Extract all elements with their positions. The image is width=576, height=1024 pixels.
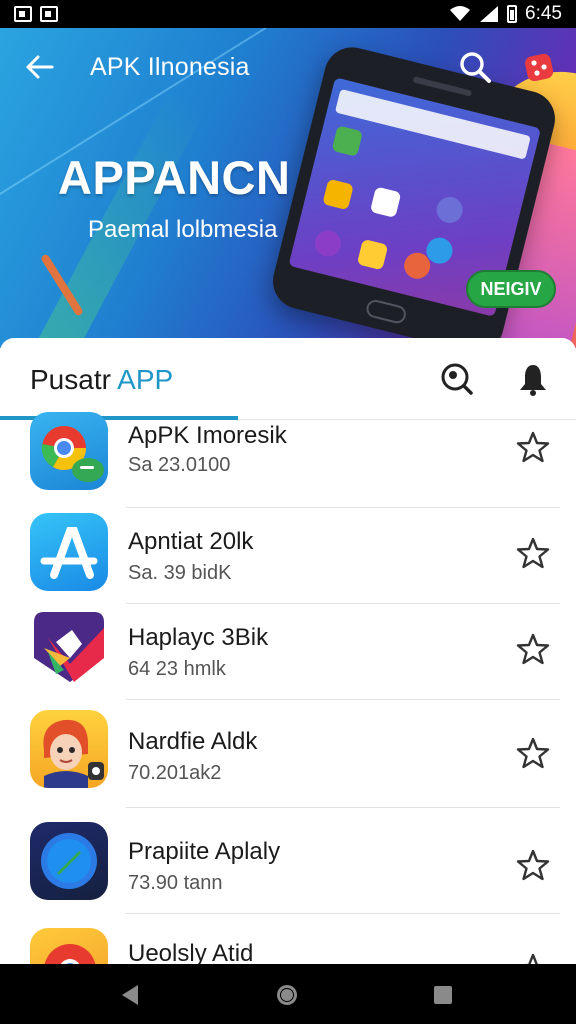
star-icon	[516, 633, 550, 665]
app-name: Prapiite Aplaly	[128, 838, 281, 865]
app-meta: Sa. 39 bidK	[128, 562, 232, 584]
favorite-button[interactable]	[516, 736, 550, 770]
list-item[interactable]: Apntiat 20lk Sa. 39 bidK	[0, 508, 576, 604]
status-notifications	[14, 6, 58, 22]
favorite-button[interactable]	[516, 632, 550, 666]
circle-home-icon	[277, 985, 297, 1005]
status-time: 6:45	[525, 3, 562, 24]
app-meta: Sa 23.0100	[128, 454, 231, 476]
app-meta: 64 23 hmlk	[128, 658, 226, 680]
favorite-button[interactable]	[516, 430, 550, 464]
app-store-icon	[30, 513, 108, 591]
phone-app-tile	[312, 227, 344, 260]
battery-icon	[507, 5, 518, 23]
list-item[interactable]: Ueolsly Atid	[0, 914, 576, 964]
hero-headline: APPANCN	[58, 151, 291, 204]
search-icon	[441, 363, 473, 395]
phone-app-tile	[322, 178, 354, 211]
app-bar: APK Ilnonesia	[0, 28, 576, 106]
app-name: Apntiat 20lk	[128, 528, 254, 555]
list-item[interactable]: Prapiite Aplaly 73.90 tann	[0, 808, 576, 914]
app-name: Nardfie Aldk	[128, 728, 258, 755]
status-indicators: 6:45	[449, 3, 562, 25]
chrome-alt-icon	[30, 928, 108, 964]
app-meta: 70.201ak2	[128, 762, 222, 784]
section-title[interactable]: Pusatr APP	[30, 364, 173, 396]
phone-app-tile	[331, 125, 364, 157]
phone-app-tile	[356, 238, 389, 271]
app-name: ApPK Imoresik	[128, 422, 287, 449]
nav-recents-button[interactable]	[432, 984, 454, 1006]
star-icon	[516, 849, 550, 881]
favorite-button[interactable]	[516, 848, 550, 882]
section-search-button[interactable]	[438, 360, 476, 398]
dice-button[interactable]	[522, 50, 556, 84]
phone-app-tile	[433, 194, 466, 226]
favorite-button[interactable]	[516, 952, 550, 964]
new-badge-button[interactable]: NEIGIV	[466, 270, 556, 308]
wifi-icon	[450, 6, 471, 21]
list-item[interactable]: Haplayc 3Bik 64 23 hmlk	[0, 604, 576, 700]
dice-icon	[525, 53, 554, 82]
nav-home-button[interactable]	[274, 982, 300, 1008]
safari-icon	[30, 822, 108, 900]
play-icon	[30, 608, 108, 686]
signal-icon	[480, 6, 499, 22]
star-icon	[524, 953, 542, 964]
hero-subtitle: Paemal lolbmesia	[88, 216, 278, 243]
square-recents-icon	[434, 986, 452, 1004]
list-item[interactable]: Nardfie Aldk 70.201ak2	[0, 702, 576, 808]
star-icon	[516, 537, 550, 569]
section-header: Pusatr APP	[0, 338, 576, 420]
list-item[interactable]: ApPK Imoresik Sa 23.0100	[0, 412, 576, 508]
search-button[interactable]	[458, 50, 492, 84]
chrome-icon	[30, 412, 108, 490]
triangle-back-icon	[122, 985, 138, 1005]
app-title: APK Ilnonesia	[90, 53, 250, 81]
arrow-left-icon	[26, 55, 54, 79]
row-divider	[126, 699, 560, 700]
status-bar: 6:45	[0, 0, 576, 28]
back-button[interactable]	[22, 52, 56, 82]
image-notification-icon	[14, 6, 32, 22]
bell-icon	[520, 365, 546, 396]
app-meta: 73.90 tann	[128, 872, 223, 894]
section-title-prefix: Pusatr	[30, 364, 118, 395]
app-name: Ueolsly Atid	[128, 940, 254, 964]
app-notification-icon	[40, 6, 58, 22]
phone-home-button	[364, 298, 408, 326]
favorite-button[interactable]	[516, 536, 550, 570]
app-name: Haplayc 3Bik	[128, 624, 269, 651]
character-icon	[30, 710, 108, 788]
notification-button[interactable]	[514, 360, 552, 398]
nav-back-button[interactable]	[118, 982, 144, 1008]
phone-app-tile	[369, 186, 402, 218]
star-icon	[516, 737, 550, 769]
section-title-accent: APP	[117, 364, 174, 395]
search-icon	[460, 52, 491, 83]
system-navigation-bar	[0, 964, 576, 1024]
star-icon	[516, 431, 550, 463]
app-list-sheet: Pusatr APP ApPK Imoresik Sa 23.0100 Apnt…	[0, 338, 576, 964]
